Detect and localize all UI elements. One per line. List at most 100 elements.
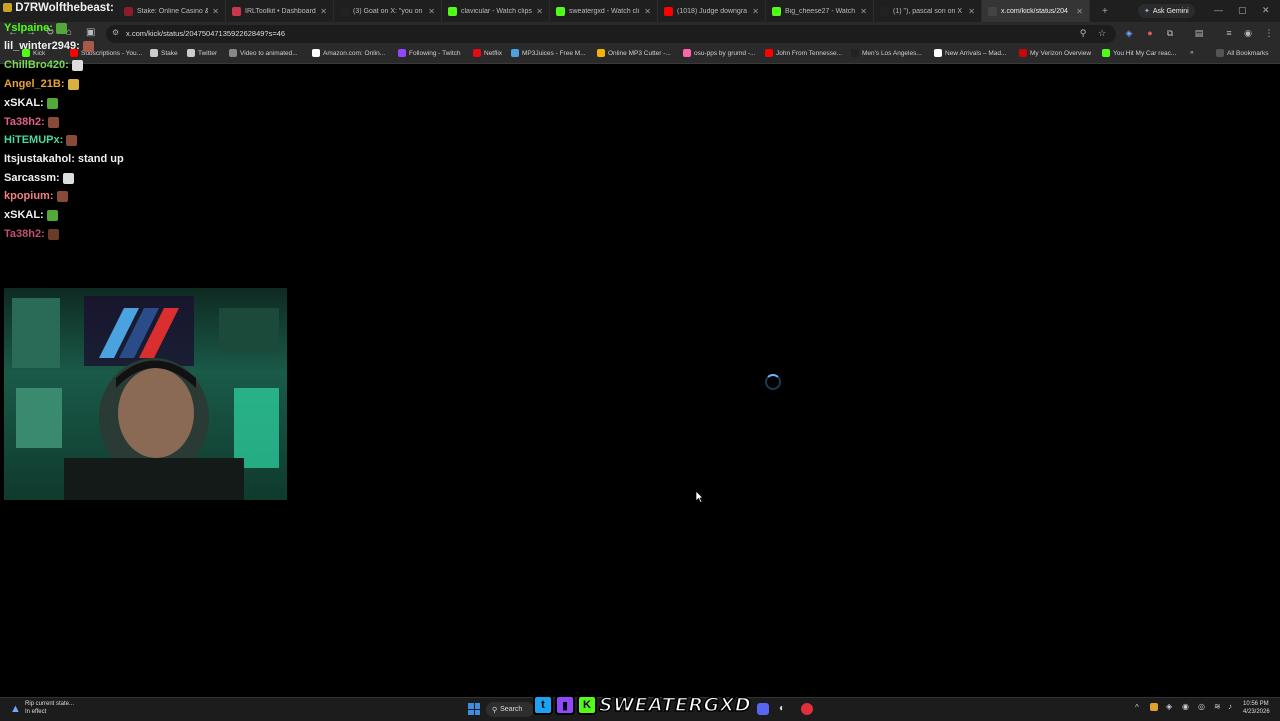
windows-start-icon[interactable] (468, 703, 480, 715)
site-info-icon[interactable]: ⚙ (112, 28, 119, 37)
tab-title: sweatergxd - Watch cli (569, 7, 640, 15)
record-app-icon[interactable] (801, 703, 813, 715)
bookmark-item[interactable]: Stake (150, 49, 178, 57)
chat-username: xSKAL: (4, 209, 44, 221)
maximize-button[interactable]: ▢ (1238, 5, 1247, 16)
chat-message: xSKAL: (4, 209, 58, 221)
taskbar-search[interactable]: ⚲ Search (486, 702, 534, 717)
ask-gemini-label: Ask Gemini (1152, 7, 1189, 15)
tab-close-icon[interactable]: ✕ (968, 7, 975, 16)
chat-username: Angel_21B: (4, 78, 65, 90)
tray-app-icon[interactable] (1150, 703, 1158, 711)
side-panel-icon[interactable]: ▤ (1194, 28, 1204, 38)
bookmark-favicon-icon (597, 49, 605, 57)
chat-header: D7RWolfthebeast: (3, 2, 114, 14)
chat-message: Itsjustakahol: stand up (4, 153, 124, 165)
tab-favicon-icon (232, 6, 241, 16)
address-url: x.com/kick/status/2047504713592262849?s=… (126, 29, 286, 38)
volume-icon[interactable]: ♪ (1228, 702, 1232, 711)
extension-shield-icon[interactable]: ◈ (1124, 28, 1134, 38)
tab-title: (1) "), pascal son on X (893, 7, 963, 15)
bookmark-favicon-icon (934, 49, 942, 57)
bookmarks-overflow-icon[interactable]: » (1190, 49, 1194, 56)
bookmark-item[interactable]: Online MP3 Cutter -... (597, 49, 671, 57)
bookmark-star-icon[interactable]: ☆ (1097, 28, 1107, 38)
chat-message: xSKAL: (4, 97, 58, 109)
tray-network-icon[interactable]: ◈ (1166, 702, 1172, 711)
browser-tab[interactable]: sweatergxd - Watch cli ✕ (550, 0, 658, 22)
reading-list-icon[interactable]: ≡ (1224, 28, 1234, 38)
tab-close-icon[interactable]: ✕ (212, 7, 219, 16)
wifi-icon[interactable]: ≋ (1214, 702, 1221, 711)
extensions-puzzle-icon[interactable]: ⧉ (1165, 28, 1175, 38)
tray-shield-icon[interactable]: ◎ (1198, 702, 1205, 711)
extension-icon[interactable]: ▣ (86, 27, 95, 38)
minimize-button[interactable]: — (1214, 5, 1223, 15)
tray-overflow-icon[interactable]: ^ (1135, 703, 1139, 712)
bookmark-item[interactable]: New Arrivals – Mad... (934, 49, 1006, 57)
all-bookmarks-label: All Bookmarks (1227, 49, 1269, 57)
bookmark-label: Amazon.com: Onlin... (323, 49, 386, 57)
tab-title: IRLToolkit • Dashboard (245, 7, 316, 15)
bookmark-favicon-icon (851, 49, 859, 57)
address-bar[interactable]: ⚙ x.com/kick/status/2047504713592262849?… (106, 25, 1116, 43)
new-tab-button[interactable]: + (1102, 6, 1108, 17)
bookmarks-bar: Kick Subscriptions - You... Stake Twitter Vi… (0, 46, 1280, 64)
bookmark-item[interactable]: Netflix (473, 49, 502, 57)
bookmark-label: John From Tennesse... (776, 49, 842, 57)
discord-icon[interactable] (757, 703, 769, 715)
browser-tab[interactable]: Big_cheese27 - Watch ✕ (766, 0, 874, 22)
chat-username: HiTEMUPx: (4, 134, 64, 146)
browser-tab[interactable]: (1) "), pascal son on X ✕ (874, 0, 982, 22)
tab-title: x.com/kick/status/204 (1001, 7, 1068, 15)
app-icon[interactable]: ◐ (779, 703, 785, 714)
bookmark-label: Video to animated... (240, 49, 298, 57)
browser-tab[interactable]: (3) Goat on X: "you on ✕ (334, 0, 442, 22)
browser-tab[interactable]: Stake: Online Casino & ✕ (118, 0, 226, 22)
tray-steam-icon[interactable]: ◉ (1182, 702, 1189, 711)
tab-close-icon[interactable]: ✕ (1076, 7, 1083, 16)
tab-title: Big_cheese27 - Watch (785, 7, 856, 15)
bookmark-favicon-icon (187, 49, 195, 57)
bookmark-item[interactable]: You Hit My Car reac... (1102, 49, 1176, 57)
tab-close-icon[interactable]: ✕ (320, 7, 327, 16)
bookmark-item[interactable]: Twitter (187, 49, 217, 57)
tab-close-icon[interactable]: ✕ (860, 7, 867, 16)
taskbar-search-label: Search (500, 706, 523, 713)
home-icon[interactable]: ⌂ (66, 27, 72, 38)
chat-username: kpopium: (4, 190, 54, 202)
bookmark-item[interactable]: My Verizon Overview (1019, 49, 1091, 57)
tab-close-icon[interactable]: ✕ (428, 7, 435, 16)
menu-kebab-icon[interactable]: ⋮ (1264, 28, 1274, 38)
chat-message: Ta38h2: (4, 228, 59, 240)
bookmark-item[interactable]: MP3Juices - Free M... (511, 49, 586, 57)
browser-tab[interactable]: (1018) Judge downgra ✕ (658, 0, 766, 22)
bookmark-item[interactable]: Men's Los Angeles... (851, 49, 922, 57)
notification-title[interactable]: Rip current state... (25, 701, 74, 707)
profile-avatar[interactable]: ◉ (1243, 28, 1253, 38)
browser-tab[interactable]: IRLToolkit • Dashboard ✕ (226, 0, 334, 22)
extension-red-icon[interactable]: ● (1145, 28, 1155, 38)
chat-message: ChillBro420: (4, 59, 83, 71)
bookmark-item[interactable]: osu-pps by grumd -... (683, 49, 755, 57)
bookmark-item[interactable]: John From Tennesse... (765, 49, 842, 57)
bookmark-item[interactable]: Amazon.com: Onlin... (312, 49, 385, 57)
clock-time[interactable]: 10:56 PM (1243, 701, 1269, 707)
twitch-icon: ▮ (555, 695, 575, 715)
chat-message: kpopium: (4, 190, 68, 202)
bookmark-label: Twitter (198, 49, 218, 57)
tab-close-icon[interactable]: ✕ (752, 7, 759, 16)
zoom-icon[interactable]: ⚲ (1078, 28, 1088, 38)
browser-tab[interactable]: x.com/kick/status/204 ✕ (982, 0, 1090, 22)
bookmark-label: New Arrivals – Mad... (945, 49, 1007, 57)
tab-close-icon[interactable]: ✕ (536, 7, 543, 16)
chat-username: Ta38h2: (4, 116, 45, 128)
browser-tab[interactable]: clavicular - Watch clips ✕ (442, 0, 550, 22)
bookmark-item[interactable]: Video to animated... (229, 49, 298, 57)
tab-close-icon[interactable]: ✕ (644, 7, 651, 16)
all-bookmarks[interactable]: All Bookmarks (1216, 49, 1269, 57)
close-window-button[interactable]: ✕ (1262, 5, 1270, 16)
bookmark-item[interactable]: Following - Twitch (398, 49, 461, 57)
ask-gemini-button[interactable]: ✦ Ask Gemini (1138, 4, 1195, 18)
tab-strip: Stake: Online Casino & ✕ IRLToolkit • Dash… (0, 0, 1280, 22)
